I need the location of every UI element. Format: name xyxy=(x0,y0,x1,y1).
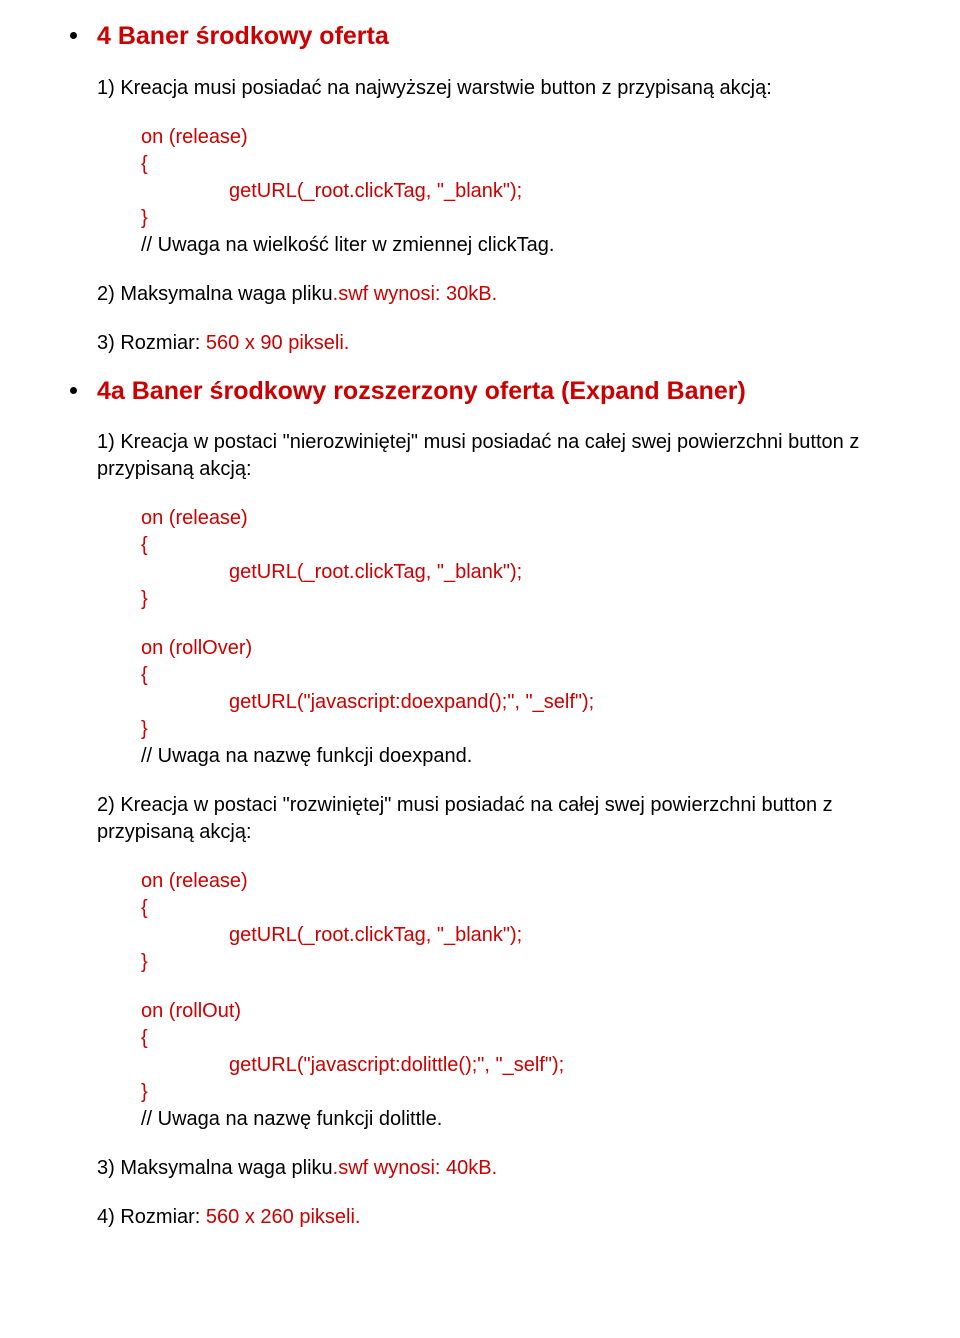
section-4-heading: 4 Baner środkowy oferta xyxy=(97,20,890,53)
document-page: 4 Baner środkowy oferta 1) Kreacja musi … xyxy=(0,0,960,1289)
section-4-step3: 3) Rozmiar: 560 x 90 pikseli. xyxy=(97,330,890,357)
step4-text-post: 560 x 260 pikseli. xyxy=(206,1206,361,1228)
bullet-icon xyxy=(70,387,77,394)
code-line-close-brace: } xyxy=(141,1079,890,1106)
section-4a-code4: on (rollOut) { getURL("javascript:dolitt… xyxy=(97,998,890,1133)
section-4: 4 Baner środkowy oferta 1) Kreacja musi … xyxy=(70,20,890,357)
code-line-open-brace: { xyxy=(141,151,890,178)
step2-text-pre: 2) Maksymalna waga pliku xyxy=(97,283,333,305)
section-4a-code1: on (release) { getURL(_root.clickTag, "_… xyxy=(97,505,890,613)
code-line-on: on (rollOver) xyxy=(141,635,890,662)
code-comment: // Uwaga na nazwę funkcji dolittle. xyxy=(141,1106,890,1133)
step3-text-pre: 3) Rozmiar: xyxy=(97,332,206,354)
code-line-body: getURL("javascript:dolittle();", "_self"… xyxy=(141,1052,890,1079)
code-line-close-brace: } xyxy=(141,949,890,976)
code-line-open-brace: { xyxy=(141,532,890,559)
code-line-body: getURL(_root.clickTag, "_blank"); xyxy=(141,559,890,586)
code-line-close-brace: } xyxy=(141,716,890,743)
section-4a-step2: 2) Kreacja w postaci "rozwiniętej" musi … xyxy=(97,792,890,846)
code-line-open-brace: { xyxy=(141,662,890,689)
section-4-step1: 1) Kreacja musi posiadać na najwyższej w… xyxy=(97,75,890,102)
code-line-open-brace: { xyxy=(141,895,890,922)
code-line-close-brace: } xyxy=(141,586,890,613)
code-line-on: on (release) xyxy=(141,868,890,895)
code-line-body: getURL(_root.clickTag, "_blank"); xyxy=(141,922,890,949)
code-line-body: getURL("javascript:doexpand();", "_self"… xyxy=(141,689,890,716)
code-line-open-brace: { xyxy=(141,1025,890,1052)
code-line-on: on (release) xyxy=(141,124,890,151)
step3-text-post: .swf wynosi: 40kB. xyxy=(333,1157,498,1179)
step3-text-pre: 3) Maksymalna waga pliku xyxy=(97,1157,333,1179)
section-4-content: 4 Baner środkowy oferta 1) Kreacja musi … xyxy=(97,20,890,357)
step4-text-pre: 4) Rozmiar: xyxy=(97,1206,206,1228)
bullet-icon xyxy=(70,32,77,39)
section-4a-step3: 3) Maksymalna waga pliku.swf wynosi: 40k… xyxy=(97,1155,890,1182)
step2-text-post: .swf wynosi: 30kB. xyxy=(333,283,498,305)
code-comment: // Uwaga na wielkość liter w zmiennej cl… xyxy=(141,232,890,259)
section-4a-heading: 4a Baner środkowy rozszerzony oferta (Ex… xyxy=(97,375,890,408)
code-line-close-brace: } xyxy=(141,205,890,232)
code-line-on: on (release) xyxy=(141,505,890,532)
section-4a-content: 4a Baner środkowy rozszerzony oferta (Ex… xyxy=(97,375,890,1232)
section-4a-step4: 4) Rozmiar: 560 x 260 pikseli. xyxy=(97,1204,890,1231)
section-4a-code3: on (release) { getURL(_root.clickTag, "_… xyxy=(97,868,890,976)
step3-text-post: 560 x 90 pikseli. xyxy=(206,332,349,354)
section-4-code1: on (release) { getURL(_root.clickTag, "_… xyxy=(97,124,890,259)
section-4a: 4a Baner środkowy rozszerzony oferta (Ex… xyxy=(70,375,890,1232)
section-4a-step1: 1) Kreacja w postaci "nierozwiniętej" mu… xyxy=(97,429,890,483)
code-line-body: getURL(_root.clickTag, "_blank"); xyxy=(141,178,890,205)
code-comment: // Uwaga na nazwę funkcji doexpand. xyxy=(141,743,890,770)
section-4-step2: 2) Maksymalna waga pliku.swf wynosi: 30k… xyxy=(97,281,890,308)
section-4a-code2: on (rollOver) { getURL("javascript:doexp… xyxy=(97,635,890,770)
code-line-on: on (rollOut) xyxy=(141,998,890,1025)
